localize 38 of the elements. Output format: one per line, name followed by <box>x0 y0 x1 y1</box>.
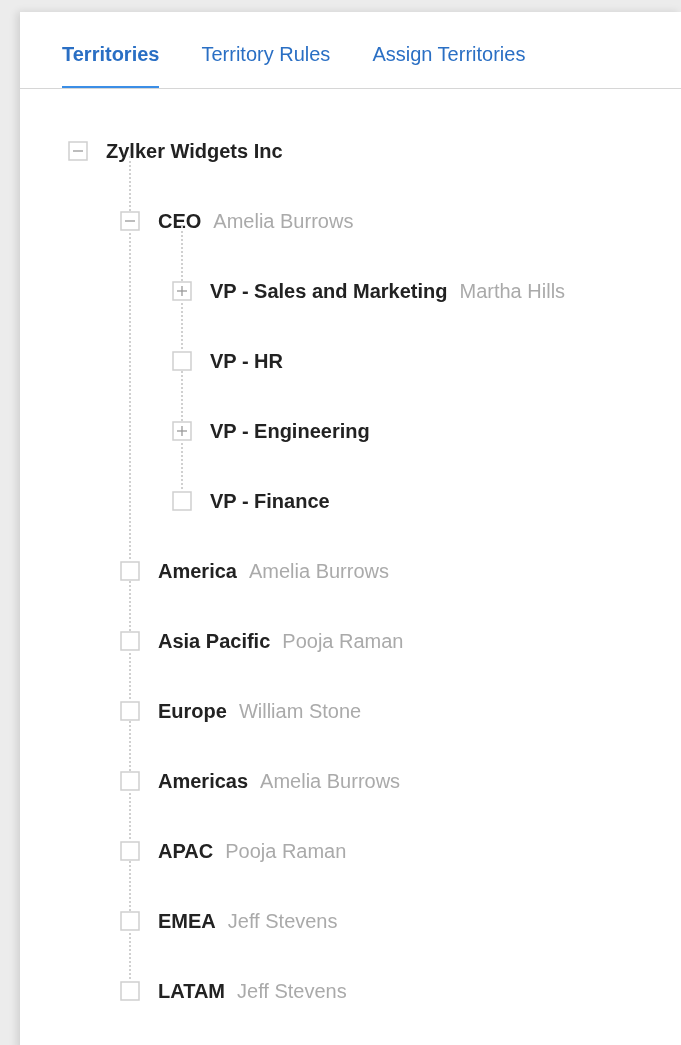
empty-box-icon <box>172 351 192 371</box>
territory-name[interactable]: Zylker Widgets Inc <box>106 139 283 163</box>
territory-name[interactable]: APAC <box>158 839 214 863</box>
territory-owner: Pooja Raman <box>225 839 347 863</box>
territory-name[interactable]: EMEA <box>158 909 216 933</box>
tab[interactable]: Assign Territories <box>372 43 526 88</box>
empty-box-icon <box>120 981 140 1001</box>
empty-box-icon <box>120 561 140 581</box>
territory-name[interactable]: Asia Pacific <box>158 629 271 653</box>
expand-icon[interactable] <box>172 421 192 441</box>
territory-name[interactable]: VP - Finance <box>210 489 330 513</box>
territory-owner: Amelia Burrows <box>248 559 389 583</box>
tab[interactable]: Territory Rules <box>201 43 331 88</box>
territory-name[interactable]: Americas <box>158 769 249 793</box>
empty-box-icon <box>120 701 140 721</box>
empty-box-icon <box>120 631 140 651</box>
territory-name[interactable]: VP - Sales and Marketing <box>210 279 448 303</box>
collapse-icon[interactable] <box>68 141 88 161</box>
territory-name[interactable]: CEO <box>158 209 202 233</box>
territory-name[interactable]: VP - Engineering <box>210 419 370 443</box>
territory-name[interactable]: LATAM <box>158 979 225 1003</box>
territory-owner: Amelia Burrows <box>213 209 354 233</box>
empty-box-icon <box>120 771 140 791</box>
tab[interactable]: Territories <box>62 43 160 88</box>
territory-name[interactable]: America <box>158 559 237 583</box>
empty-box-icon <box>172 491 192 511</box>
territory-owner: Pooja Raman <box>282 629 404 653</box>
territory-owner: Amelia Burrows <box>260 769 401 793</box>
territory-name[interactable]: Europe <box>158 699 227 723</box>
empty-box-icon <box>120 911 140 931</box>
territory-owner: Jeff Stevens <box>227 909 338 933</box>
collapse-icon[interactable] <box>120 211 140 231</box>
territory-owner: Martha Hills <box>459 279 566 303</box>
expand-icon[interactable] <box>172 281 192 301</box>
territory-name[interactable]: VP - HR <box>210 349 283 373</box>
empty-box-icon <box>120 841 140 861</box>
territory-owner: Jeff Stevens <box>237 979 347 1003</box>
territory-owner: William Stone <box>238 699 362 723</box>
